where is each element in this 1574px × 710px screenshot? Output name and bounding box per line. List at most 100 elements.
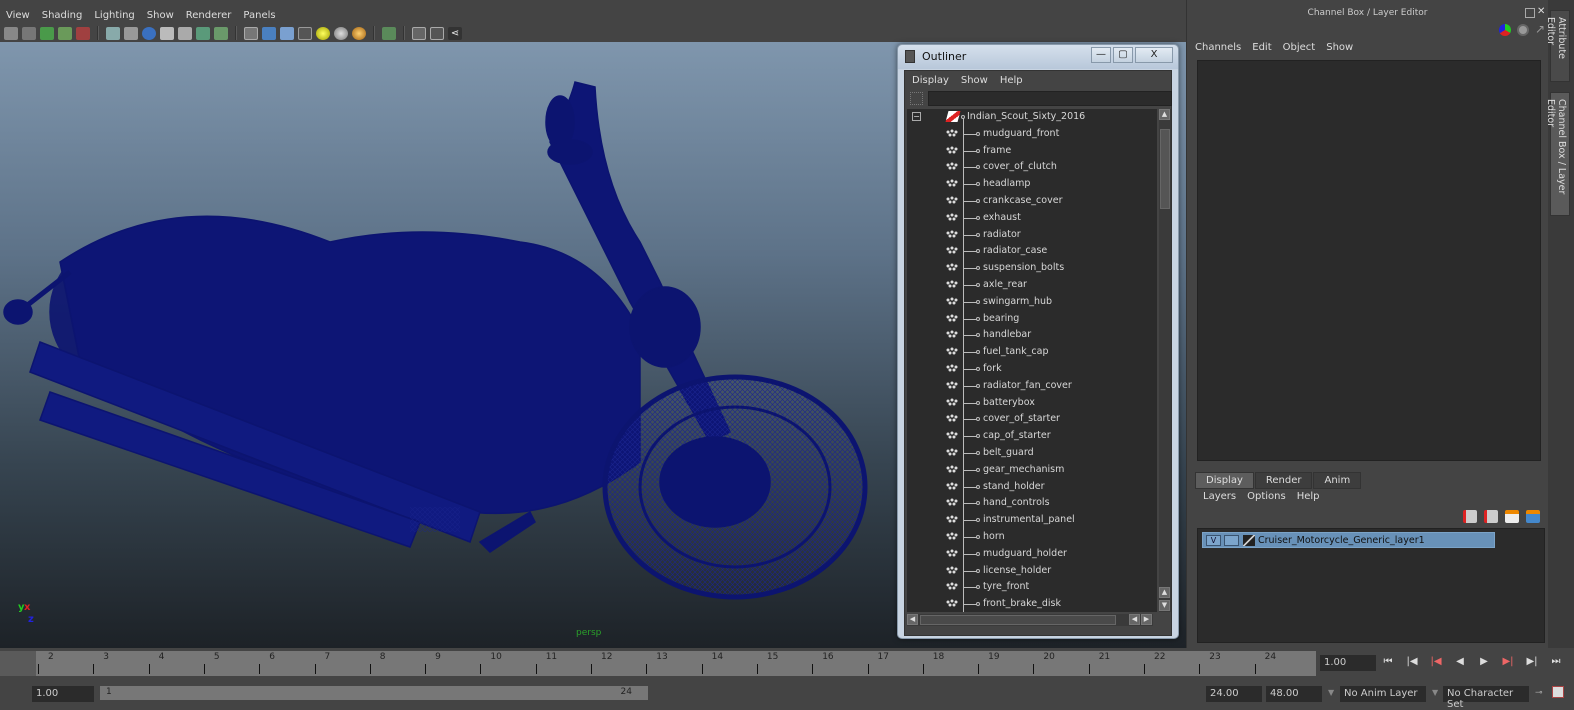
tree-item[interactable]: bearing [907,311,1157,328]
hyper-arrow-icon[interactable]: ↗ [1535,22,1545,36]
playback-end-field[interactable]: 48.00 [1266,686,1322,702]
texture-icon[interactable] [214,26,228,40]
tree-item[interactable]: swingarm_hub [907,294,1157,311]
minimize-button[interactable]: — [1091,47,1111,63]
tree-item[interactable]: mudguard_holder [907,546,1157,563]
tree-item[interactable]: stand_holder [907,479,1157,496]
layer-visibility-toggle[interactable]: V [1206,535,1221,546]
outliner-menu-show[interactable]: Show [961,75,988,86]
isolate-icon[interactable] [196,26,210,40]
outliner-horizontal-scrollbar[interactable]: ◀ ◀ ▶ [907,614,1153,626]
outliner-menu-help[interactable]: Help [1000,75,1023,86]
shaded-cube-icon[interactable] [262,26,276,40]
play-backwards-button[interactable]: ◀ [1452,656,1468,670]
step-forward-frame-button[interactable]: ▶| [1524,656,1540,670]
range-end-handle[interactable]: 24 [621,687,632,697]
new-layer-icon[interactable] [1505,510,1519,523]
play-forwards-button[interactable]: ▶ [1476,656,1492,670]
cb-menu-channels[interactable]: Channels [1195,42,1241,53]
outliner-vertical-scrollbar[interactable]: ▲ ▲ ▼ [1159,109,1171,612]
tree-item[interactable]: fork [907,361,1157,378]
film-gate-icon[interactable] [124,26,138,40]
bounding-box-icon[interactable] [244,26,258,40]
gold-sphere-icon[interactable] [352,26,366,40]
tree-item[interactable]: tyre_front [907,579,1157,596]
step-back-key-button[interactable]: |◀ [1428,656,1444,670]
layer-color-swatch[interactable] [1243,535,1255,546]
tab-display[interactable]: Display [1195,472,1254,489]
tree-item[interactable]: radiator_fan_cover [907,378,1157,395]
xray-icon[interactable] [178,26,192,40]
grid-toggle-icon[interactable] [76,26,90,40]
bookmark-icon[interactable] [40,26,54,40]
layer-row[interactable]: V Cruiser_Motorcycle_Generic_layer1 [1202,532,1495,548]
tree-item[interactable]: axle_rear [907,277,1157,294]
wireframe-icon[interactable] [106,26,120,40]
tree-item[interactable]: crankcase_cover [907,193,1157,210]
select-camera-icon[interactable] [382,26,396,40]
menu-lighting[interactable]: Lighting [94,10,134,21]
preferences-icon[interactable] [1552,686,1564,698]
maximize-button[interactable]: ▢ [1113,47,1133,63]
menu-renderer[interactable]: Renderer [186,10,232,21]
go-to-end-button[interactable]: ⏭ [1548,656,1564,670]
new-layer-selected-icon[interactable] [1526,510,1540,523]
tab-attribute-editor[interactable]: Attribute Editor [1545,10,1570,82]
tree-item[interactable]: license_holder [907,563,1157,580]
float-panel-icon[interactable] [1525,8,1535,18]
range-slider[interactable]: 1 24 [100,686,648,700]
tree-item[interactable]: belt_guard [907,445,1157,462]
menu-view[interactable]: View [6,10,30,21]
move-layer-up-icon[interactable] [1463,510,1477,523]
tree-item[interactable]: cap_of_starter [907,428,1157,445]
camera-select-icon[interactable] [4,26,18,40]
collapse-icon[interactable]: − [912,112,921,121]
tree-item[interactable]: headlamp [907,176,1157,193]
start-time-field[interactable]: 1.00 [32,686,94,702]
hscroll-thumb[interactable] [920,615,1116,625]
smooth-shade-icon[interactable] [142,26,156,40]
cb-menu-object[interactable]: Object [1283,42,1316,53]
cb-menu-edit[interactable]: Edit [1252,42,1271,53]
filter-options-icon[interactable] [910,92,923,105]
tree-item[interactable]: exhaust [907,210,1157,227]
anim-layer-dropdown-icon[interactable]: ▼ [1328,688,1334,697]
tab-render[interactable]: Render [1254,472,1313,489]
step-back-frame-button[interactable]: |◀ [1404,656,1420,670]
tree-item[interactable]: hand_controls [907,495,1157,512]
camera-attributes-icon[interactable] [22,26,36,40]
layer-menu-options[interactable]: Options [1247,491,1286,502]
scroll-up-button[interactable]: ▲ [1159,109,1170,120]
menu-shading[interactable]: Shading [42,10,83,21]
tree-root-row[interactable]: − Indian_Scout_Sixty_2016 [907,109,1157,126]
scroll-left-button[interactable]: ◀ [907,614,918,625]
tree-item[interactable]: front_brake_disk [907,596,1157,612]
flat-shade-icon[interactable] [160,26,174,40]
scroll-up-button-bottom[interactable]: ▲ [1159,587,1170,598]
node-graph-icon[interactable]: ⋖ [448,26,462,40]
scroll-right-button[interactable]: ▶ [1141,614,1152,625]
timeline-ruler[interactable]: 2 3 4 5 6 7 8 9 10 11 12 13 14 15 16 17 18 19 20 21 22 23 24 [36,651,1316,676]
tree-item[interactable]: frame [907,143,1157,160]
tree-item[interactable]: batterybox [907,395,1157,412]
tree-item[interactable]: suspension_bolts [907,260,1157,277]
scroll-left-button-2[interactable]: ◀ [1129,614,1140,625]
checker-icon[interactable] [298,26,312,40]
tree-item[interactable]: fuel_tank_cap [907,344,1157,361]
menu-panels[interactable]: Panels [243,10,275,21]
speed-icon[interactable] [1517,24,1529,36]
range-start-handle[interactable]: 1 [106,687,112,697]
scroll-down-button[interactable]: ▼ [1159,600,1170,611]
character-set-field[interactable]: No Character Set [1443,686,1529,710]
menu-show[interactable]: Show [147,10,174,21]
close-panel-icon[interactable]: ✕ [1537,6,1545,17]
manipulator-icon[interactable] [1499,24,1511,36]
tree-item[interactable]: cover_of_starter [907,411,1157,428]
layer-name[interactable]: Cruiser_Motorcycle_Generic_layer1 [1258,535,1425,546]
move-layer-down-icon[interactable] [1484,510,1498,523]
outliner-filter-input[interactable] [928,91,1172,106]
outliner-menu-display[interactable]: Display [912,75,949,86]
scroll-thumb[interactable] [1160,129,1170,209]
step-forward-key-button[interactable]: ▶| [1500,656,1516,670]
single-view-icon[interactable] [412,26,426,40]
